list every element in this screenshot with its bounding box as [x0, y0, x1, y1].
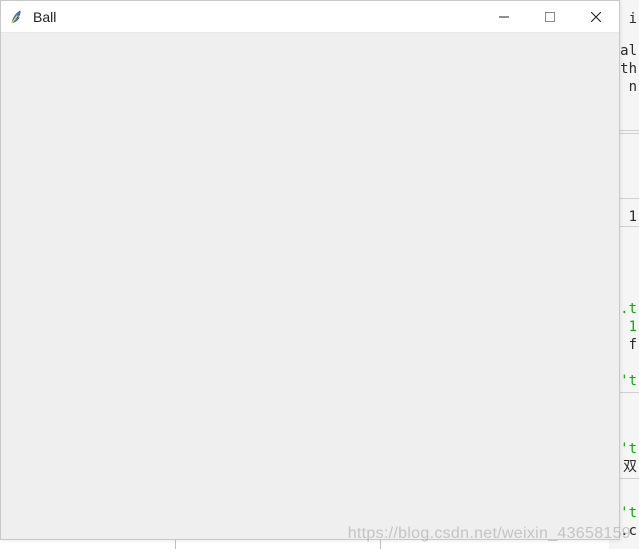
maximize-button[interactable] [527, 1, 573, 33]
maximize-icon [545, 12, 555, 22]
close-button[interactable] [573, 1, 619, 33]
background-code-fragment: 't [620, 440, 637, 458]
background-code-fragment: .t [620, 300, 637, 318]
background-code-fragment: 't [620, 372, 637, 390]
feather-icon [9, 9, 25, 25]
background-code-fragment: 1 [629, 208, 637, 226]
background-code-fragment: 't [620, 504, 637, 522]
background-code-fragment: 双 [623, 458, 637, 476]
background-code-fragment: i [629, 10, 637, 28]
background-code-fragment: .c [620, 522, 637, 540]
background-code-fragment: al [620, 42, 637, 60]
background-code-fragment: 1 [629, 318, 637, 336]
close-icon [591, 12, 601, 22]
minimize-icon [499, 12, 509, 22]
background-code-fragment: f [629, 336, 637, 354]
background-code-fragment: n [629, 78, 637, 96]
minimize-button[interactable] [481, 1, 527, 33]
window-controls [481, 1, 619, 32]
window-title: Ball [33, 1, 481, 33]
background-code-fragment: th [620, 60, 637, 78]
titlebar[interactable]: Ball [1, 1, 619, 33]
app-window: Ball [0, 0, 620, 540]
canvas-area[interactable] [1, 33, 619, 539]
